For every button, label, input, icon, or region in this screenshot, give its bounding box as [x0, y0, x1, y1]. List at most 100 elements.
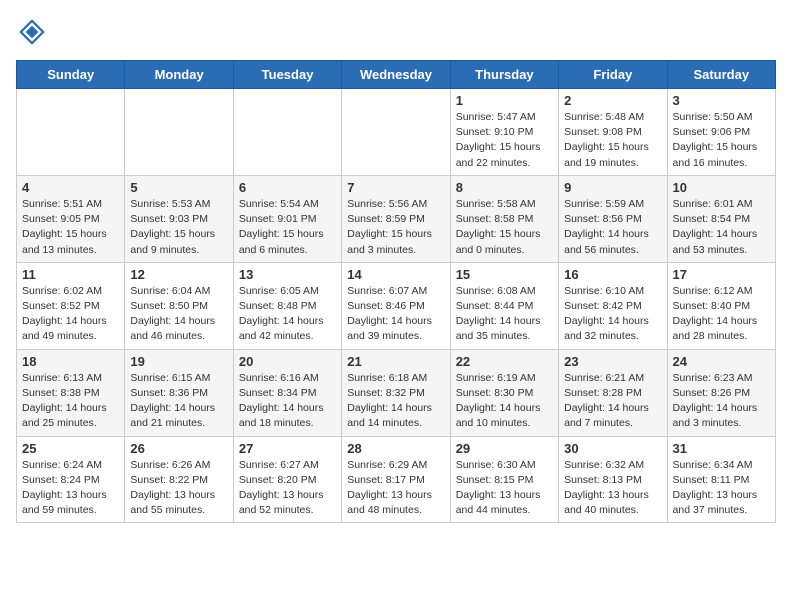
calendar-cell: 12 Sunrise: 6:04 AM Sunset: 8:50 PM Dayli… [125, 262, 233, 349]
weekday-header-tuesday: Tuesday [233, 61, 341, 89]
calendar-cell: 23Sunrise: 6:21 AM Sunset: 8:28 PM Dayli… [559, 349, 667, 436]
calendar-cell: 16Sunrise: 6:10 AM Sunset: 8:42 PM Dayli… [559, 262, 667, 349]
calendar-cell: 18 Sunrise: 6:13 AM Sunset: 8:38 PM Dayli… [17, 349, 125, 436]
calendar-table: SundayMondayTuesdayWednesdayThursdayFrid… [16, 60, 776, 523]
day-info: Sunrise: 5:47 AM Sunset: 9:10 PM Dayligh… [456, 110, 553, 171]
day-info: Sunrise: 6:19 AM Sunset: 8:30 PM Dayligh… [456, 371, 553, 432]
day-number: 30 [564, 441, 661, 456]
calendar-cell: 6 Sunrise: 5:54 AM Sunset: 9:01 PM Daylig… [233, 175, 341, 262]
calendar-cell: 15Sunrise: 6:08 AM Sunset: 8:44 PM Dayli… [450, 262, 558, 349]
calendar-cell: 29Sunrise: 6:30 AM Sunset: 8:15 PM Dayli… [450, 436, 558, 523]
day-info: Sunrise: 6:34 AM Sunset: 8:11 PM Dayligh… [673, 458, 770, 519]
calendar-cell: 24 Sunrise: 6:23 AM Sunset: 8:26 PM Dayli… [667, 349, 775, 436]
day-number: 6 [239, 180, 336, 195]
calendar-cell: 4 Sunrise: 5:51 AM Sunset: 9:05 PM Daylig… [17, 175, 125, 262]
day-info: Sunrise: 6:30 AM Sunset: 8:15 PM Dayligh… [456, 458, 553, 519]
day-info: Sunrise: 6:07 AM Sunset: 8:46 PM Dayligh… [347, 284, 444, 345]
weekday-header-row: SundayMondayTuesdayWednesdayThursdayFrid… [17, 61, 776, 89]
day-info: Sunrise: 6:24 AM Sunset: 8:24 PM Dayligh… [22, 458, 119, 519]
header [16, 16, 776, 48]
day-info: Sunrise: 5:56 AM Sunset: 8:59 PM Dayligh… [347, 197, 444, 258]
calendar-cell: 19 Sunrise: 6:15 AM Sunset: 8:36 PM Dayli… [125, 349, 233, 436]
calendar-cell [17, 89, 125, 176]
day-number: 17 [673, 267, 770, 282]
day-number: 13 [239, 267, 336, 282]
day-number: 7 [347, 180, 444, 195]
calendar-cell: 5 Sunrise: 5:53 AM Sunset: 9:03 PM Daylig… [125, 175, 233, 262]
calendar-cell: 7 Sunrise: 5:56 AM Sunset: 8:59 PM Daylig… [342, 175, 450, 262]
day-info: Sunrise: 5:58 AM Sunset: 8:58 PM Dayligh… [456, 197, 553, 258]
day-number: 19 [130, 354, 227, 369]
day-info: Sunrise: 6:23 AM Sunset: 8:26 PM Dayligh… [673, 371, 770, 432]
calendar-cell: 3 Sunrise: 5:50 AM Sunset: 9:06 PM Daylig… [667, 89, 775, 176]
day-number: 9 [564, 180, 661, 195]
calendar-cell: 11 Sunrise: 6:02 AM Sunset: 8:52 PM Dayli… [17, 262, 125, 349]
day-number: 14 [347, 267, 444, 282]
day-number: 31 [673, 441, 770, 456]
logo [16, 16, 52, 48]
calendar-cell: 21Sunrise: 6:18 AM Sunset: 8:32 PM Dayli… [342, 349, 450, 436]
calendar-cell: 26 Sunrise: 6:26 AM Sunset: 8:22 PM Dayli… [125, 436, 233, 523]
calendar-cell [125, 89, 233, 176]
day-info: Sunrise: 6:15 AM Sunset: 8:36 PM Dayligh… [130, 371, 227, 432]
calendar-week-1: 4 Sunrise: 5:51 AM Sunset: 9:05 PM Daylig… [17, 175, 776, 262]
calendar-cell: 30 Sunrise: 6:32 AM Sunset: 8:13 PM Dayli… [559, 436, 667, 523]
calendar-week-3: 18 Sunrise: 6:13 AM Sunset: 8:38 PM Dayli… [17, 349, 776, 436]
day-number: 5 [130, 180, 227, 195]
day-info: Sunrise: 6:16 AM Sunset: 8:34 PM Dayligh… [239, 371, 336, 432]
day-info: Sunrise: 6:12 AM Sunset: 8:40 PM Dayligh… [673, 284, 770, 345]
day-info: Sunrise: 5:51 AM Sunset: 9:05 PM Dayligh… [22, 197, 119, 258]
day-info: Sunrise: 6:32 AM Sunset: 8:13 PM Dayligh… [564, 458, 661, 519]
day-number: 2 [564, 93, 661, 108]
day-number: 25 [22, 441, 119, 456]
logo-icon [16, 16, 48, 48]
day-number: 26 [130, 441, 227, 456]
day-number: 28 [347, 441, 444, 456]
day-number: 22 [456, 354, 553, 369]
calendar-cell: 2 Sunrise: 5:48 AM Sunset: 9:08 PM Daylig… [559, 89, 667, 176]
calendar-cell: 28 Sunrise: 6:29 AM Sunset: 8:17 PM Dayli… [342, 436, 450, 523]
day-number: 11 [22, 267, 119, 282]
day-info: Sunrise: 6:21 AM Sunset: 8:28 PM Dayligh… [564, 371, 661, 432]
day-info: Sunrise: 6:01 AM Sunset: 8:54 PM Dayligh… [673, 197, 770, 258]
day-number: 4 [22, 180, 119, 195]
day-info: Sunrise: 6:13 AM Sunset: 8:38 PM Dayligh… [22, 371, 119, 432]
day-info: Sunrise: 6:27 AM Sunset: 8:20 PM Dayligh… [239, 458, 336, 519]
day-info: Sunrise: 5:48 AM Sunset: 9:08 PM Dayligh… [564, 110, 661, 171]
calendar-week-0: 1 Sunrise: 5:47 AM Sunset: 9:10 PM Daylig… [17, 89, 776, 176]
calendar-cell: 8 Sunrise: 5:58 AM Sunset: 8:58 PM Daylig… [450, 175, 558, 262]
day-info: Sunrise: 6:02 AM Sunset: 8:52 PM Dayligh… [22, 284, 119, 345]
weekday-header-thursday: Thursday [450, 61, 558, 89]
day-number: 18 [22, 354, 119, 369]
day-number: 12 [130, 267, 227, 282]
day-info: Sunrise: 6:10 AM Sunset: 8:42 PM Dayligh… [564, 284, 661, 345]
day-number: 1 [456, 93, 553, 108]
day-info: Sunrise: 6:08 AM Sunset: 8:44 PM Dayligh… [456, 284, 553, 345]
day-info: Sunrise: 6:26 AM Sunset: 8:22 PM Dayligh… [130, 458, 227, 519]
weekday-header-monday: Monday [125, 61, 233, 89]
day-info: Sunrise: 6:18 AM Sunset: 8:32 PM Dayligh… [347, 371, 444, 432]
day-number: 27 [239, 441, 336, 456]
weekday-header-saturday: Saturday [667, 61, 775, 89]
calendar-cell: 20 Sunrise: 6:16 AM Sunset: 8:34 PM Dayli… [233, 349, 341, 436]
calendar-cell: 10Sunrise: 6:01 AM Sunset: 8:54 PM Dayli… [667, 175, 775, 262]
day-info: Sunrise: 5:54 AM Sunset: 9:01 PM Dayligh… [239, 197, 336, 258]
day-number: 3 [673, 93, 770, 108]
calendar-cell: 25 Sunrise: 6:24 AM Sunset: 8:24 PM Dayli… [17, 436, 125, 523]
calendar-cell: 1 Sunrise: 5:47 AM Sunset: 9:10 PM Daylig… [450, 89, 558, 176]
day-number: 24 [673, 354, 770, 369]
day-number: 20 [239, 354, 336, 369]
calendar-cell: 9Sunrise: 5:59 AM Sunset: 8:56 PM Daylig… [559, 175, 667, 262]
weekday-header-friday: Friday [559, 61, 667, 89]
day-info: Sunrise: 5:53 AM Sunset: 9:03 PM Dayligh… [130, 197, 227, 258]
calendar-week-4: 25 Sunrise: 6:24 AM Sunset: 8:24 PM Dayli… [17, 436, 776, 523]
calendar-cell [233, 89, 341, 176]
calendar-cell: 22 Sunrise: 6:19 AM Sunset: 8:30 PM Dayli… [450, 349, 558, 436]
day-info: Sunrise: 6:29 AM Sunset: 8:17 PM Dayligh… [347, 458, 444, 519]
day-number: 8 [456, 180, 553, 195]
calendar-cell: 14 Sunrise: 6:07 AM Sunset: 8:46 PM Dayli… [342, 262, 450, 349]
calendar-cell: 27 Sunrise: 6:27 AM Sunset: 8:20 PM Dayli… [233, 436, 341, 523]
day-info: Sunrise: 5:50 AM Sunset: 9:06 PM Dayligh… [673, 110, 770, 171]
day-info: Sunrise: 6:04 AM Sunset: 8:50 PM Dayligh… [130, 284, 227, 345]
calendar-cell: 13Sunrise: 6:05 AM Sunset: 8:48 PM Dayli… [233, 262, 341, 349]
